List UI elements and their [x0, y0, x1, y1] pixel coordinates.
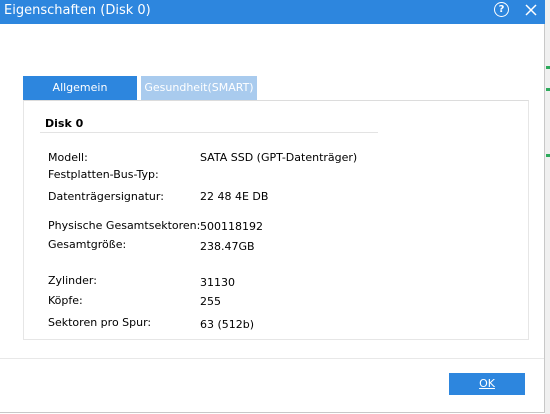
close-icon[interactable]	[523, 1, 539, 19]
disk-signature-value: 22 48 4E DB	[200, 190, 269, 203]
model-value: SATA SSD (GPT-Datenträger)	[200, 151, 358, 164]
total-sectors-label: Physische Gesamtsektoren:	[48, 219, 201, 232]
total-size-value: 238.47GB	[200, 240, 255, 253]
total-size-label: Gesamtgröße:	[48, 238, 127, 251]
background-window-marker	[546, 66, 550, 69]
model-label: Modell:	[48, 151, 88, 164]
bus-type-label: Festplatten-Bus-Typ:	[48, 168, 159, 181]
window-title: Eigenschaften (Disk 0)	[4, 3, 151, 18]
tab-health-smart[interactable]: Gesundheit(SMART)	[141, 76, 257, 100]
heads-value: 255	[200, 295, 221, 308]
disk-signature-label: Datenträgersignatur:	[48, 190, 164, 203]
heads-label: Köpfe:	[48, 294, 83, 307]
help-icon[interactable]: ?	[494, 2, 509, 17]
background-window-marker	[546, 88, 550, 91]
cylinders-label: Zylinder:	[48, 274, 97, 287]
group-divider	[40, 132, 378, 133]
tab-general[interactable]: Allgemein	[23, 76, 137, 100]
background-window-marker	[546, 154, 550, 157]
sectors-per-track-label: Sektoren pro Spur:	[48, 316, 152, 329]
group-title: Disk 0	[45, 117, 84, 130]
footer-divider	[0, 358, 544, 359]
window-edge	[545, 0, 550, 414]
title-bar[interactable]: Eigenschaften (Disk 0) ?	[0, 0, 545, 24]
sectors-per-track-value: 63 (512b)	[200, 318, 255, 331]
ok-button[interactable]: OK	[449, 373, 525, 395]
cylinders-value: 31130	[200, 276, 235, 289]
total-sectors-value: 500118192	[200, 220, 263, 233]
